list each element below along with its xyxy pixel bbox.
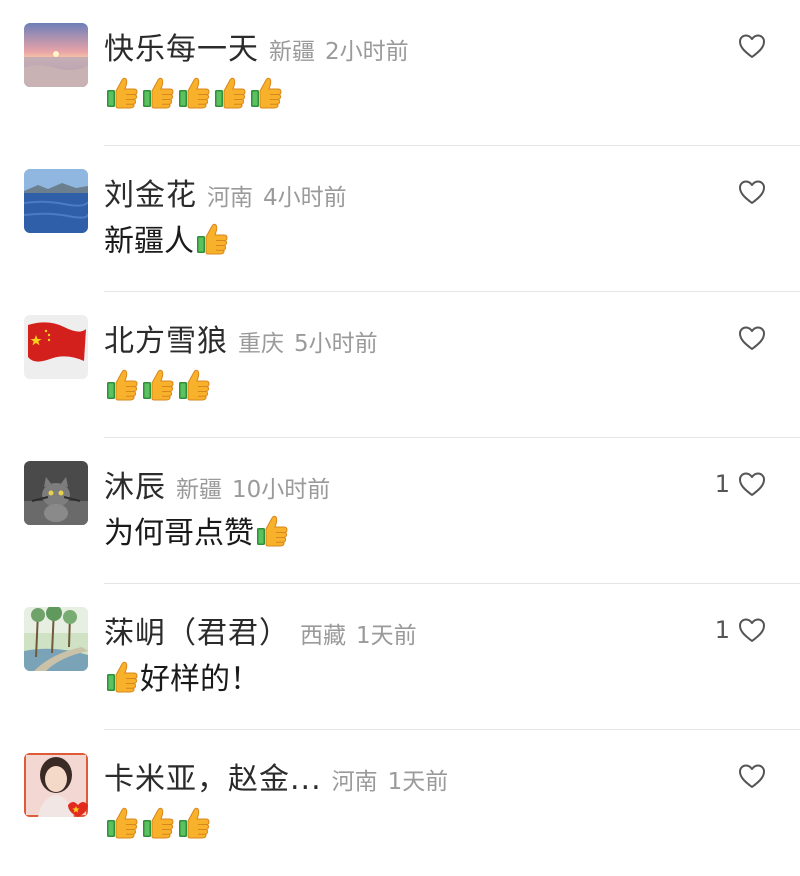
thumbs-up-emoji [140,804,176,840]
heart-outline-icon[interactable] [738,617,766,643]
location: 河南 [331,769,378,795]
comment-meta: 河南 1天前 [332,762,449,796]
comment-body: 好样的！ [104,656,260,697]
like-button[interactable] [730,30,766,62]
user-name[interactable]: 刘金花 [104,170,197,214]
like-button[interactable] [730,760,766,792]
comment-body [104,802,212,842]
comment-item: 沐辰 新疆 10小时前 为何哥点赞 1 [0,438,800,584]
comment-text: 好样的！ [140,662,260,697]
comment-meta: 西藏 1天前 [300,616,417,650]
thumbs-up-emoji [194,220,230,256]
timestamp: 4小时前 [263,185,347,211]
avatar[interactable] [24,169,88,233]
location: 新疆 [269,39,315,65]
sunset-avatar [24,23,88,87]
timestamp: 2小时前 [325,39,409,65]
heart-outline-icon[interactable] [738,179,766,205]
thumbs-up-emoji [248,74,284,110]
thumbs-up-emoji [176,804,212,840]
woman-avatar [24,753,88,817]
like-button[interactable]: 1 [715,468,766,500]
comment-meta: 重庆 5小时前 [238,324,378,358]
comment-header: 莯岄（君君） 西藏 1天前 [104,608,417,651]
red-flag-avatar [24,315,88,379]
comment-item: 快乐每一天 新疆 2小时前 [0,0,800,146]
location: 西藏 [300,623,346,649]
comment-body [104,72,284,112]
heart-outline-icon[interactable] [738,763,766,789]
thumbs-up-emoji [104,74,140,110]
avatar[interactable] [24,315,88,379]
thumbs-up-emoji [212,74,248,110]
riverside-avatar [24,607,88,671]
thumbs-up-emoji [140,74,176,110]
comment-header: 沐辰 新疆 10小时前 [104,462,330,505]
comment-item: 北方雪狼 重庆 5小时前 [0,292,800,438]
comment-meta: 新疆 2小时前 [269,32,409,66]
thumbs-up-emoji [254,512,290,548]
avatar[interactable] [24,23,88,87]
thumbs-up-emoji [140,366,176,402]
user-name[interactable]: 北方雪狼 [104,316,228,360]
heart-outline-icon[interactable] [738,325,766,351]
timestamp: 1天前 [387,769,449,795]
avatar[interactable] [24,753,88,817]
location: 重庆 [238,331,284,357]
thumbs-up-emoji [176,74,212,110]
comment-meta: 新疆 10小时前 [176,470,330,504]
thumbs-up-emoji [104,658,140,694]
comment-body: 新疆人 [104,218,230,259]
heart-outline-icon[interactable] [738,33,766,59]
user-name[interactable]: 莯岄（君君） [104,608,290,652]
avatar[interactable] [24,607,88,671]
like-button[interactable] [730,176,766,208]
timestamp: 10小时前 [232,477,331,503]
user-name[interactable]: 沐辰 [104,462,166,506]
comment-header: 卡米亚，赵金... 河南 1天前 [104,754,449,797]
comment-meta: 河南 4小时前 [207,178,347,212]
cat-avatar [24,461,88,525]
user-name[interactable]: 快乐每一天 [104,24,259,68]
thumbs-up-emoji [104,804,140,840]
like-count: 1 [714,616,730,644]
thumbs-up-emoji [104,366,140,402]
avatar[interactable] [24,461,88,525]
like-button[interactable]: 1 [715,614,766,646]
comment-item: 莯岄（君君） 西藏 1天前 好样的！ 1 [0,584,800,730]
thumbs-up-emoji [176,366,212,402]
like-button[interactable] [730,322,766,354]
comment-item: 卡米亚，赵金... 河南 1天前 [0,730,800,876]
comment-text: 为何哥点赞 [104,516,254,551]
lake-avatar [24,169,88,233]
location: 新疆 [176,477,222,503]
comment-list: 快乐每一天 新疆 2小时前 刘金花 河南 4小时前 新疆人 北方雪狼 重庆 5小… [0,0,800,846]
comment-header: 快乐每一天 新疆 2小时前 [104,24,409,67]
comment-text: 新疆人 [104,224,194,259]
comment-body [104,364,212,404]
comment-item: 刘金花 河南 4小时前 新疆人 [0,146,800,292]
user-name[interactable]: 卡米亚，赵金... [104,754,322,798]
comment-header: 刘金花 河南 4小时前 [104,170,347,213]
comment-body: 为何哥点赞 [104,510,290,551]
timestamp: 1天前 [356,623,417,649]
heart-outline-icon[interactable] [738,471,766,497]
location: 河南 [207,185,253,211]
comment-header: 北方雪狼 重庆 5小时前 [104,316,378,359]
timestamp: 5小时前 [294,331,378,357]
like-count: 1 [714,470,730,498]
